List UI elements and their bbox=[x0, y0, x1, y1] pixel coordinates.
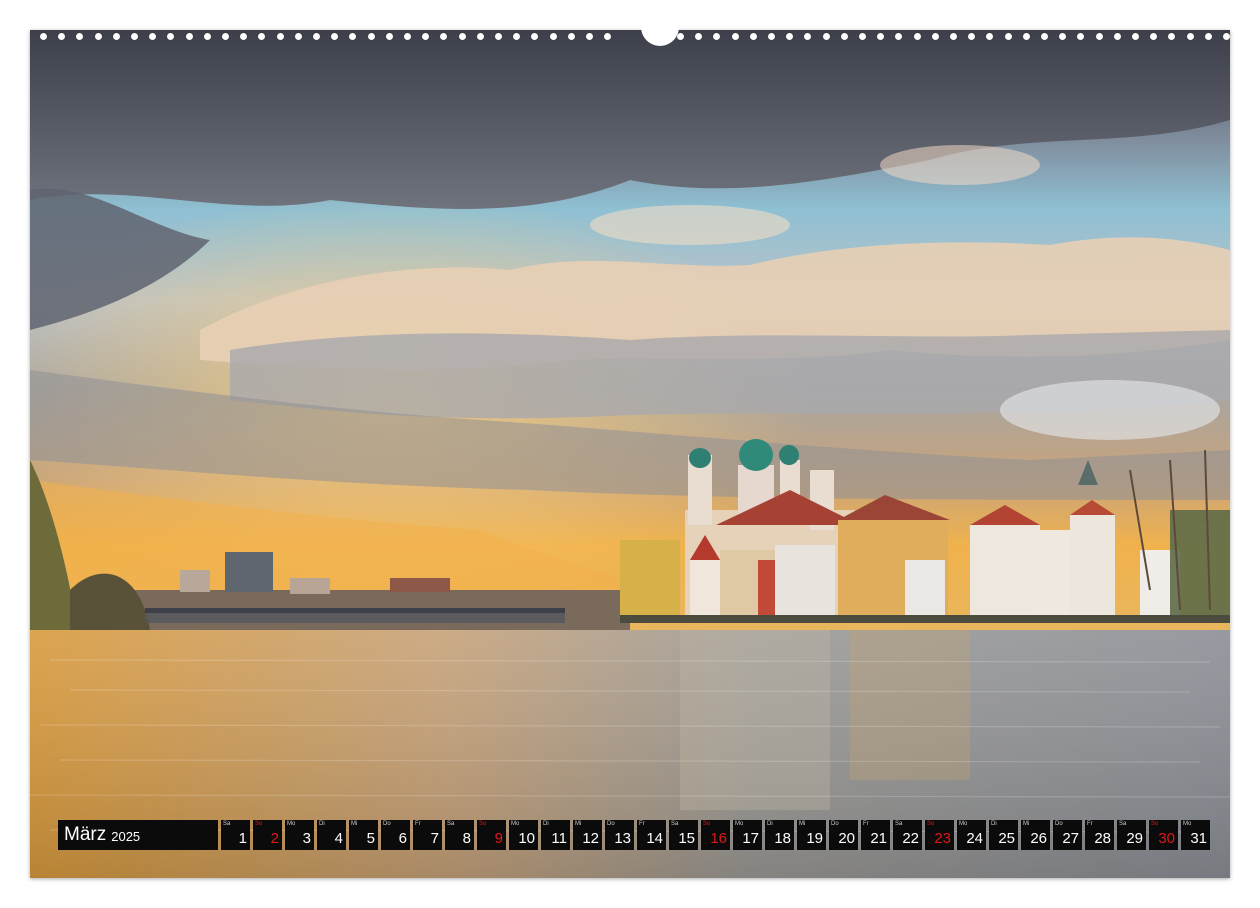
day-cell: Di 18 bbox=[765, 820, 794, 850]
day-cell: Do 20 bbox=[829, 820, 858, 850]
month-label: März 2025 bbox=[58, 820, 218, 850]
day-number: 18 bbox=[774, 830, 791, 847]
weekday-abbrev: Do bbox=[607, 821, 615, 827]
day-cell: So 16 bbox=[701, 820, 730, 850]
weekday-abbrev: Sa bbox=[223, 821, 231, 827]
day-number: 11 bbox=[551, 830, 567, 847]
day-cell: So 2 bbox=[253, 820, 282, 850]
weekday-abbrev: Mo bbox=[735, 821, 744, 827]
weekday-abbrev: Do bbox=[1055, 821, 1063, 827]
day-number: 2 bbox=[270, 830, 279, 847]
day-number: 27 bbox=[1062, 830, 1079, 847]
day-number: 20 bbox=[838, 830, 855, 847]
weekday-abbrev: Sa bbox=[671, 821, 679, 827]
day-cell: So 9 bbox=[477, 820, 506, 850]
weekday-abbrev: Mi bbox=[1023, 821, 1030, 827]
weekday-abbrev: Mo bbox=[959, 821, 968, 827]
day-number: 24 bbox=[966, 830, 983, 847]
weekday-abbrev: Mo bbox=[511, 821, 520, 827]
day-number: 17 bbox=[742, 830, 759, 847]
day-number: 7 bbox=[430, 830, 439, 847]
weekday-abbrev: Sa bbox=[447, 821, 455, 827]
day-cell: Fr 28 bbox=[1085, 820, 1114, 850]
weekday-abbrev: Fr bbox=[639, 821, 645, 827]
day-number: 22 bbox=[902, 830, 919, 847]
weekday-abbrev: Mo bbox=[287, 821, 296, 827]
day-number: 5 bbox=[366, 830, 375, 847]
day-cell: Mi 12 bbox=[573, 820, 602, 850]
day-cell: Di 25 bbox=[989, 820, 1018, 850]
day-number: 26 bbox=[1030, 830, 1047, 847]
day-number: 23 bbox=[934, 830, 951, 847]
weekday-abbrev: Mi bbox=[351, 821, 358, 827]
day-cell: Fr 14 bbox=[637, 820, 666, 850]
month-name: März bbox=[64, 824, 107, 845]
month-calendar-strip: März 2025 Sa 1 So 2 Mo 3 Di 4 Mi 5 Do 6 Fr 7 Sa 8 So 9 Mo 1… bbox=[58, 820, 1210, 850]
weekday-abbrev: Sa bbox=[895, 821, 903, 827]
day-number: 25 bbox=[998, 830, 1015, 847]
weekday-abbrev: Di bbox=[991, 821, 997, 827]
weekday-abbrev: Fr bbox=[1087, 821, 1093, 827]
day-number: 13 bbox=[614, 830, 631, 847]
day-cell: Mi 19 bbox=[797, 820, 826, 850]
day-number: 28 bbox=[1094, 830, 1111, 847]
weekday-abbrev: So bbox=[479, 821, 487, 827]
day-cell: Do 13 bbox=[605, 820, 634, 850]
day-cell: So 30 bbox=[1149, 820, 1178, 850]
day-number: 21 bbox=[870, 830, 887, 847]
day-cell: Sa 29 bbox=[1117, 820, 1146, 850]
weekday-abbrev: Mi bbox=[799, 821, 806, 827]
day-number: 9 bbox=[494, 830, 503, 847]
day-number: 8 bbox=[462, 830, 471, 847]
weekday-abbrev: Di bbox=[767, 821, 773, 827]
day-cell: Di 11 bbox=[541, 820, 570, 850]
weekday-abbrev: So bbox=[1151, 821, 1159, 827]
day-cell: Mi 26 bbox=[1021, 820, 1050, 850]
weekday-abbrev: Mi bbox=[575, 821, 582, 827]
weekday-abbrev: Di bbox=[543, 821, 549, 827]
weekday-abbrev: So bbox=[255, 821, 263, 827]
day-number: 4 bbox=[334, 830, 343, 847]
day-number: 3 bbox=[302, 830, 311, 847]
day-number: 10 bbox=[518, 830, 535, 847]
weekday-abbrev: Fr bbox=[415, 821, 421, 827]
weekday-abbrev: Di bbox=[319, 821, 325, 827]
day-cell: Fr 7 bbox=[413, 820, 442, 850]
day-cell: Sa 15 bbox=[669, 820, 698, 850]
day-number: 30 bbox=[1158, 830, 1175, 847]
weekday-abbrev: So bbox=[927, 821, 935, 827]
photo-river-town-sunset bbox=[30, 30, 1230, 878]
day-cell: So 23 bbox=[925, 820, 954, 850]
weekday-abbrev: Do bbox=[831, 821, 839, 827]
day-cell: Fr 21 bbox=[861, 820, 890, 850]
day-cell: Mo 31 bbox=[1181, 820, 1210, 850]
month-year: 2025 bbox=[111, 829, 141, 844]
day-cell: Mi 5 bbox=[349, 820, 378, 850]
day-number: 6 bbox=[398, 830, 407, 847]
day-cell: Sa 1 bbox=[221, 820, 250, 850]
day-number: 14 bbox=[646, 830, 663, 847]
weekday-abbrev: Sa bbox=[1119, 821, 1127, 827]
day-number: 31 bbox=[1190, 830, 1207, 847]
day-number: 12 bbox=[582, 830, 599, 847]
weekday-abbrev: Mo bbox=[1183, 821, 1192, 827]
day-cell: Di 4 bbox=[317, 820, 346, 850]
day-cell: Sa 8 bbox=[445, 820, 474, 850]
day-number: 1 bbox=[238, 830, 247, 847]
day-cell: Mo 10 bbox=[509, 820, 538, 850]
calendar-page: März 2025 Sa 1 So 2 Mo 3 Di 4 Mi 5 Do 6 Fr 7 Sa 8 So 9 Mo 1… bbox=[30, 30, 1230, 878]
day-cell: Mo 17 bbox=[733, 820, 762, 850]
day-cell: Do 27 bbox=[1053, 820, 1082, 850]
weekday-abbrev: So bbox=[703, 821, 711, 827]
day-number: 16 bbox=[710, 830, 727, 847]
weekday-abbrev: Fr bbox=[863, 821, 869, 827]
weekday-abbrev: Do bbox=[383, 821, 391, 827]
day-number: 19 bbox=[806, 830, 823, 847]
day-number: 15 bbox=[678, 830, 695, 847]
day-cell: Mo 24 bbox=[957, 820, 986, 850]
day-cell: Do 6 bbox=[381, 820, 410, 850]
day-cell: Mo 3 bbox=[285, 820, 314, 850]
day-cell: Sa 22 bbox=[893, 820, 922, 850]
day-number: 29 bbox=[1126, 830, 1143, 847]
